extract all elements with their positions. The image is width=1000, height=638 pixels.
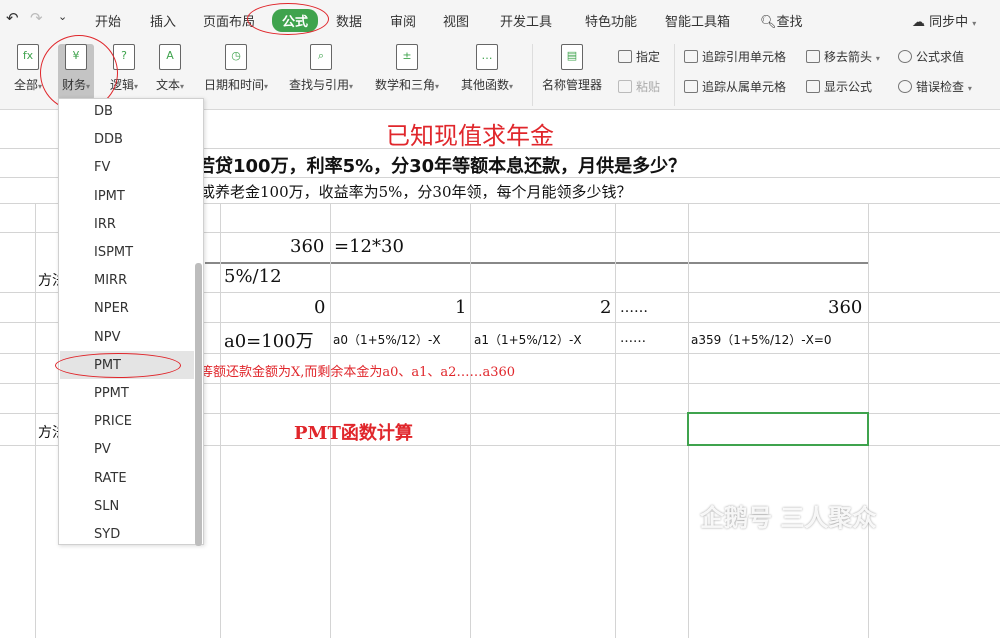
- evaluate-formula-button[interactable]: 公式求值: [898, 48, 964, 65]
- rate-cell[interactable]: 5%/12: [224, 266, 282, 287]
- tab-home[interactable]: 开始: [95, 11, 121, 30]
- balance-cell[interactable]: a1（1+5%/12）-X: [474, 331, 582, 348]
- paste-icon: [618, 80, 632, 93]
- menu-bar: ↶ ↷ ⌄ 开始 插入 页面布局 公式 数据 审阅 视图 开发工具 特色功能 智…: [0, 0, 1000, 40]
- balance-cell[interactable]: ……: [620, 331, 646, 346]
- name-manager-icon: ▤: [561, 44, 583, 70]
- selected-cell[interactable]: [687, 412, 869, 446]
- paste-button[interactable]: 粘贴: [618, 78, 660, 95]
- menu-item-price[interactable]: PRICE: [94, 414, 132, 429]
- search-button[interactable]: 🔍︎查找: [760, 11, 803, 30]
- menu-item-ispmt[interactable]: ISPMT: [94, 245, 133, 260]
- period-cell[interactable]: ……: [620, 300, 648, 316]
- show-formulas-icon: [806, 80, 820, 93]
- balance-cell[interactable]: a0=100万: [224, 327, 314, 353]
- menu-item-sln[interactable]: SLN: [94, 499, 119, 514]
- magnifier-icon: ⌕: [310, 44, 333, 70]
- menu-item-ddb[interactable]: DDB: [94, 132, 123, 147]
- pmt-calc-cell[interactable]: PMT函数计算: [294, 419, 413, 445]
- watermark: 企鹅号 三人聚众: [700, 504, 877, 532]
- chevron-down-icon: ▾: [972, 19, 977, 28]
- menu-item-fv[interactable]: FV: [94, 160, 110, 175]
- more-functions-button[interactable]: … 其他函数▾: [461, 44, 513, 93]
- menu-item-mirr[interactable]: MIRR: [94, 273, 127, 288]
- trace-dependents-icon: [684, 80, 698, 93]
- tab-insert[interactable]: 插入: [150, 11, 176, 30]
- question-1[interactable]: 若贷100万，利率5%，分30年等额本息还款，月供是多少？: [197, 152, 686, 178]
- remove-arrows-button[interactable]: 移去箭头 ▾: [806, 48, 880, 65]
- trace-dependents-button[interactable]: 追踪从属单元格: [684, 78, 786, 95]
- period-cell[interactable]: 1: [455, 297, 466, 318]
- trace-precedents-button[interactable]: 追踪引用单元格: [684, 48, 786, 65]
- fx-circle-icon: [898, 50, 912, 63]
- tab-features[interactable]: 特色功能: [585, 11, 637, 30]
- period-cell[interactable]: 360: [828, 297, 862, 318]
- table-icon: [618, 50, 632, 63]
- fx-icon: fx: [17, 44, 40, 70]
- menu-item-nper[interactable]: NPER: [94, 301, 129, 316]
- period-cell[interactable]: 2: [600, 297, 611, 318]
- period-cell[interactable]: 0: [314, 297, 325, 318]
- menu-item-syd[interactable]: SYD: [94, 527, 120, 542]
- dropdown-scrollbar[interactable]: [195, 263, 202, 546]
- note-cell[interactable]: 等额还款金额为X,而剩余本金为a0、a1、a2……a360: [200, 361, 515, 380]
- highlight-oval: [55, 353, 181, 378]
- lookup-reference-button[interactable]: ⌕ 查找与引用▾: [289, 44, 353, 93]
- trace-precedents-icon: [684, 50, 698, 63]
- tab-developer[interactable]: 开发工具: [500, 11, 552, 30]
- tab-data[interactable]: 数据: [336, 11, 362, 30]
- assign-button[interactable]: 指定: [618, 48, 660, 65]
- menu-item-db[interactable]: DB: [94, 104, 113, 119]
- text-a-icon: A: [159, 44, 182, 70]
- ellipsis-icon: …: [476, 44, 499, 70]
- highlight-oval: [247, 3, 329, 35]
- menu-item-npv[interactable]: NPV: [94, 330, 120, 345]
- menu-item-pv[interactable]: PV: [94, 442, 111, 457]
- divider: [532, 44, 533, 106]
- error-check-button[interactable]: 错误检查 ▾: [898, 78, 972, 95]
- menu-item-irr[interactable]: IRR: [94, 217, 116, 232]
- text-button[interactable]: A 文本▾: [156, 44, 184, 93]
- sync-label: 同步中: [929, 15, 969, 30]
- all-functions-button[interactable]: fx 全部▾: [14, 44, 42, 93]
- menu-item-ppmt[interactable]: PPMT: [94, 386, 129, 401]
- sync-button[interactable]: ☁ 同步中 ▾: [912, 11, 976, 30]
- tab-smart-toolbox[interactable]: 智能工具箱: [665, 11, 730, 30]
- balance-cell[interactable]: a359（1+5%/12）-X=0: [691, 331, 832, 348]
- tab-view[interactable]: 视图: [443, 11, 469, 30]
- quick-access-dropdown-icon[interactable]: ⌄: [58, 10, 67, 23]
- menu-item-rate[interactable]: RATE: [94, 471, 127, 486]
- date-time-button[interactable]: ◷ 日期和时间▾: [204, 44, 268, 93]
- cloud-icon: ☁: [912, 15, 925, 30]
- redo-icon[interactable]: ↷: [30, 9, 43, 27]
- tab-review[interactable]: 审阅: [390, 11, 416, 30]
- periods-cell[interactable]: 360: [290, 236, 324, 257]
- plus-minus-icon: ±: [396, 44, 419, 70]
- search-label: 查找: [776, 15, 803, 30]
- remove-arrows-icon: [806, 50, 820, 63]
- search-icon: 🔍︎: [760, 15, 777, 30]
- undo-icon[interactable]: ↶: [6, 9, 19, 27]
- math-trig-button[interactable]: ± 数学和三角▾: [375, 44, 439, 93]
- menu-item-ipmt[interactable]: IPMT: [94, 189, 125, 204]
- balance-cell[interactable]: a0（1+5%/12）-X: [333, 331, 441, 348]
- question-2[interactable]: 或养老金100万，收益率为5%，分30年领，每个月能领多少钱？: [200, 181, 632, 202]
- clock-icon: ◷: [225, 44, 248, 70]
- financial-functions-dropdown: DB DDB FV IPMT IRR ISPMT MIRR NPER NPV PMT PPMT PRI…: [55, 98, 204, 546]
- periods-formula-cell[interactable]: =12*30: [334, 236, 404, 257]
- divider: [674, 44, 675, 106]
- name-manager-button[interactable]: ▤ 名称管理器: [542, 44, 602, 93]
- sheet-title[interactable]: 已知现值求年金: [386, 116, 554, 151]
- show-formulas-button[interactable]: 显示公式: [806, 78, 872, 95]
- error-check-icon: [898, 80, 912, 93]
